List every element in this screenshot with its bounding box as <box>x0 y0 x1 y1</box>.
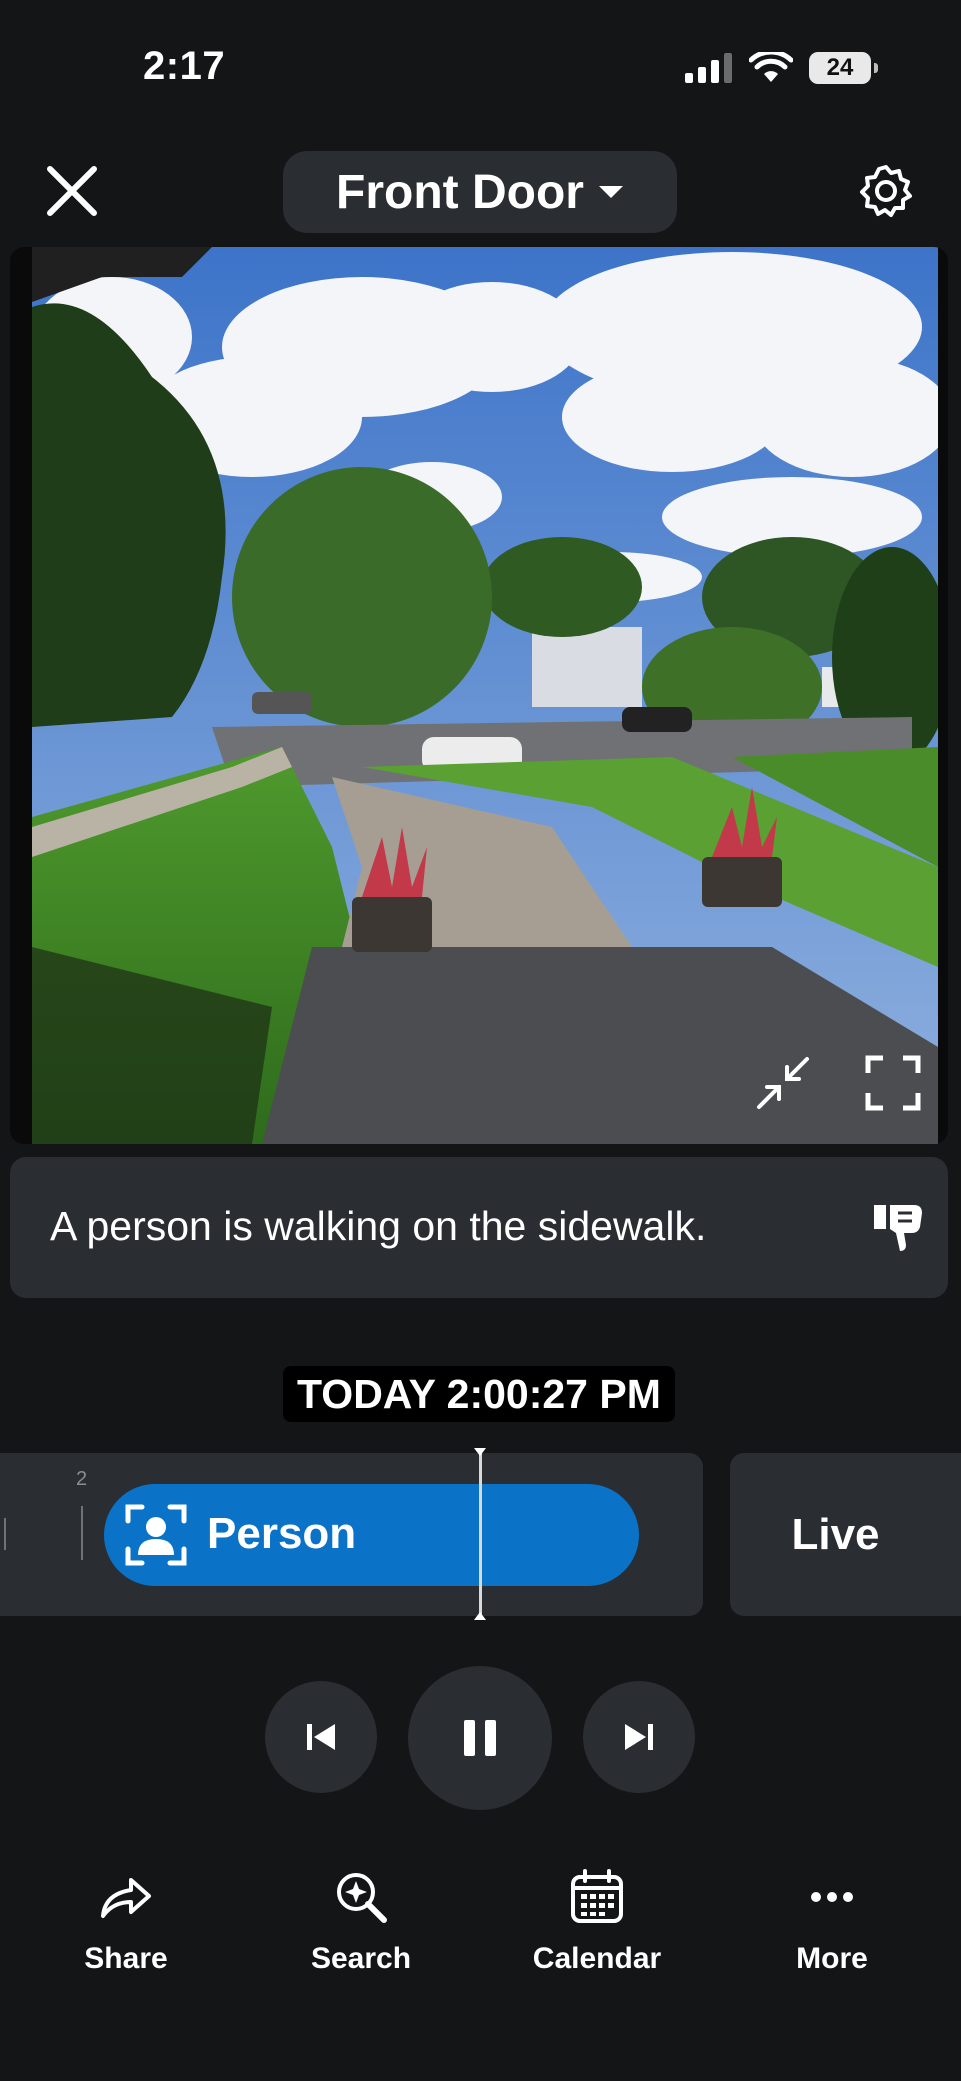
camera-image <box>32 247 938 1144</box>
fullscreen-button[interactable] <box>865 1055 921 1111</box>
signal-icon <box>685 53 732 83</box>
share-icon <box>101 1878 151 1918</box>
pause-icon <box>464 1720 496 1756</box>
close-icon <box>47 166 97 216</box>
calendar-icon <box>571 1869 623 1923</box>
person-icon <box>125 1504 187 1566</box>
live-button[interactable]: Live <box>730 1453 961 1616</box>
video-feed[interactable] <box>10 247 948 1144</box>
skip-next-icon <box>625 1724 653 1750</box>
timeline-tick <box>4 1518 6 1550</box>
chevron-down-icon <box>598 186 623 198</box>
thumbs-down-icon <box>874 1205 922 1251</box>
next-event-button[interactable] <box>583 1681 695 1793</box>
person-event-chip[interactable]: Person <box>104 1484 639 1586</box>
share-button[interactable]: Share <box>46 1868 206 1976</box>
calendar-button[interactable]: Calendar <box>517 1868 677 1976</box>
wifi-icon <box>749 52 793 82</box>
timeline-playhead[interactable] <box>479 1448 482 1620</box>
share-label: Share <box>84 1942 168 1975</box>
event-timeline[interactable]: 2 Person <box>0 1453 703 1616</box>
device-selector[interactable]: Front Door <box>283 151 677 233</box>
more-label: More <box>796 1942 868 1975</box>
timeline-tick-label: 2 <box>76 1468 88 1490</box>
timeline-tick <box>81 1506 83 1560</box>
previous-event-button[interactable] <box>265 1681 377 1793</box>
search-button[interactable]: Search <box>281 1868 441 1976</box>
status-icons: 24 <box>685 52 878 84</box>
playhead-marker-top <box>474 1448 486 1456</box>
pause-button[interactable] <box>408 1666 552 1810</box>
more-button[interactable]: More <box>752 1868 912 1976</box>
close-button[interactable] <box>44 163 100 219</box>
playhead-marker-bottom <box>474 1612 486 1620</box>
collapse-icon <box>757 1057 809 1109</box>
calendar-label: Calendar <box>532 1942 662 1975</box>
collapse-button[interactable] <box>755 1055 811 1111</box>
battery-indicator: 24 <box>809 52 878 84</box>
device-title: Front Door <box>336 165 584 219</box>
more-icon <box>811 1892 853 1902</box>
status-time: 2:17 <box>143 44 226 88</box>
event-caption: A person is walking on the sidewalk. <box>10 1157 948 1298</box>
skip-previous-icon <box>307 1724 335 1750</box>
person-event-label: Person <box>207 1509 357 1558</box>
settings-button[interactable] <box>858 163 914 219</box>
feedback-button[interactable] <box>872 1203 926 1253</box>
search-label: Search <box>310 1942 412 1975</box>
fullscreen-icon <box>865 1055 921 1111</box>
gear-icon <box>860 165 912 217</box>
timestamp-label: TODAY 2:00:27 PM <box>283 1366 675 1422</box>
caption-text: A person is walking on the sidewalk. <box>50 1203 707 1249</box>
search-sparkle-icon <box>337 1873 387 1923</box>
